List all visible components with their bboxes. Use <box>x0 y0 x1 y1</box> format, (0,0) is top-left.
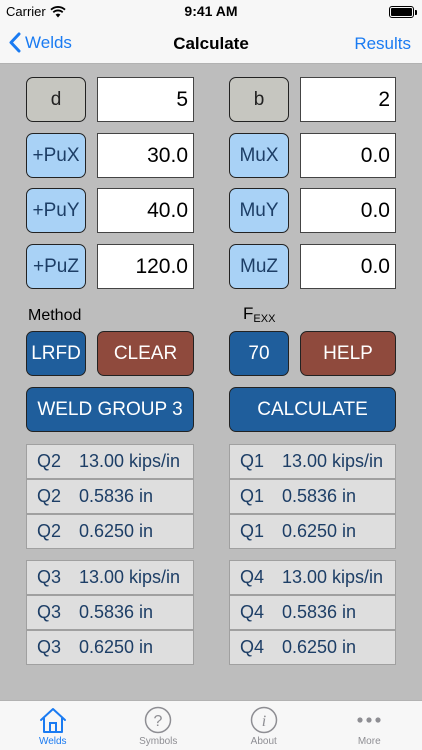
pux-button[interactable]: +PuX <box>26 133 86 178</box>
result-cell: Q1 0.6250 in <box>229 514 396 549</box>
svg-text:i: i <box>262 713 266 730</box>
result-cell: Q1 13.00 kips/in <box>229 444 396 479</box>
tab-about[interactable]: i About <box>211 701 317 750</box>
question-icon: ? <box>145 706 172 734</box>
b-button[interactable]: b <box>229 77 289 122</box>
tab-symbols[interactable]: ? Symbols <box>106 701 212 750</box>
result-cell: Q3 0.5836 in <box>26 595 194 630</box>
result-cell: Q3 0.6250 in <box>26 630 194 665</box>
result-cell: Q2 13.00 kips/in <box>26 444 194 479</box>
result-cell: Q4 0.5836 in <box>229 595 396 630</box>
result-cell: Q3 13.00 kips/in <box>26 560 194 595</box>
status-bar: Carrier 9:41 AM <box>0 0 422 24</box>
d-field[interactable]: 5 <box>97 77 194 122</box>
tab-bar: Welds ? Symbols i About More <box>0 700 422 750</box>
pux-field[interactable]: 30.0 <box>97 133 194 178</box>
result-cell: Q4 13.00 kips/in <box>229 560 396 595</box>
method-label: Method <box>28 307 82 324</box>
mux-button[interactable]: MuX <box>229 133 289 178</box>
more-icon <box>357 717 381 723</box>
puy-button[interactable]: +PuY <box>26 188 86 233</box>
result-cell: Q2 0.6250 in <box>26 514 194 549</box>
tab-about-label: About <box>250 736 277 747</box>
help-button[interactable]: HELP <box>300 331 396 376</box>
d-button[interactable]: d <box>26 77 86 122</box>
svg-text:?: ? <box>154 713 163 730</box>
tab-more-label: More <box>357 736 381 747</box>
tab-symbols-label: Symbols <box>139 736 178 747</box>
puy-field[interactable]: 40.0 <box>97 188 194 233</box>
b-field[interactable]: 2 <box>300 77 396 122</box>
muz-field[interactable]: 0.0 <box>300 244 396 289</box>
tab-more[interactable]: More <box>317 701 422 750</box>
calculate-button[interactable]: CALCULATE <box>229 387 396 432</box>
battery-icon <box>389 6 417 18</box>
fexx-label: FEXX <box>243 304 276 325</box>
info-icon: i <box>250 706 277 734</box>
result-cell: Q4 0.6250 in <box>229 630 396 665</box>
method-button[interactable]: LRFD <box>26 331 86 376</box>
puz-button[interactable]: +PuZ <box>26 244 86 289</box>
muy-field[interactable]: 0.0 <box>300 188 396 233</box>
results-button[interactable]: Results <box>354 34 411 54</box>
house-icon <box>39 708 66 733</box>
result-cell: Q1 0.5836 in <box>229 479 396 514</box>
clear-button[interactable]: CLEAR <box>97 331 194 376</box>
muy-button[interactable]: MuY <box>229 188 289 233</box>
status-time: 9:41 AM <box>184 3 238 19</box>
tab-welds-label: Welds <box>38 736 67 747</box>
weld-group-button[interactable]: WELD GROUP 3 <box>26 387 194 432</box>
puz-field[interactable]: 120.0 <box>97 244 194 289</box>
result-cell: Q2 0.5836 in <box>26 479 194 514</box>
muz-button[interactable]: MuZ <box>229 244 289 289</box>
fexx-button[interactable]: 70 <box>229 331 289 376</box>
navigation-bar: Welds Calculate Results <box>0 24 422 64</box>
tab-welds[interactable]: Welds <box>0 701 106 750</box>
mux-field[interactable]: 0.0 <box>300 133 396 178</box>
calculator-panel: d 5 b 2 +PuX 30.0 MuX 0.0 +PuY 40.0 MuY … <box>0 64 422 700</box>
